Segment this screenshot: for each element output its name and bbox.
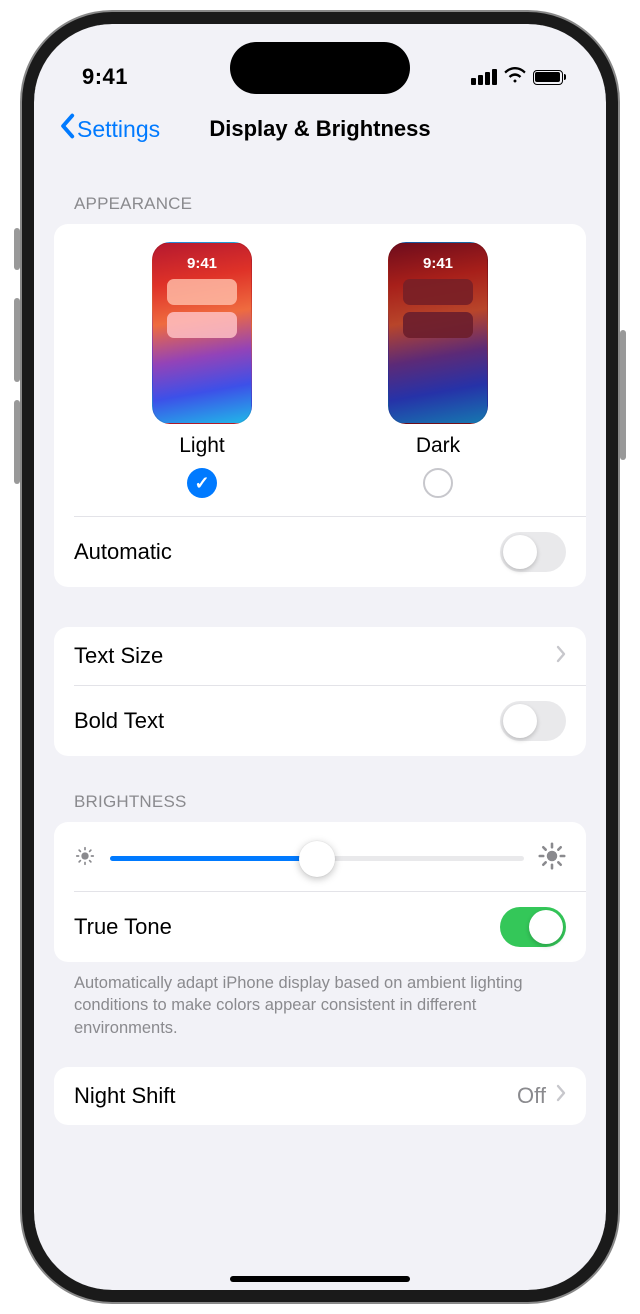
dark-label: Dark [416,434,460,458]
night-shift-label: Night Shift [74,1083,176,1109]
bold-text-row: Bold Text [54,686,586,756]
text-size-label: Text Size [74,643,163,669]
power-button [620,330,626,460]
settings-scroll[interactable]: APPEARANCE 9:41 Light 9:41 [34,158,606,1125]
iphone-frame: 9:41 Settings Display & Brightness [22,12,618,1302]
volume-down-button [14,400,20,484]
night-shift-value: Off [517,1083,546,1109]
chevron-right-icon [556,1084,566,1107]
slider-thumb[interactable] [299,841,335,877]
page-title: Display & Brightness [209,116,430,142]
night-shift-row[interactable]: Night Shift Off [54,1067,586,1125]
preview-time: 9:41 [153,255,251,272]
automatic-toggle[interactable] [500,532,566,572]
automatic-row: Automatic [54,517,586,587]
sun-max-icon [538,842,566,875]
slider-fill [110,856,317,861]
battery-icon [533,70,567,85]
true-tone-toggle[interactable] [500,907,566,947]
brightness-group: True Tone [54,822,586,962]
back-label: Settings [77,116,160,143]
dark-radio[interactable] [423,468,453,498]
light-label: Light [179,434,225,458]
night-shift-group: Night Shift Off [54,1067,586,1125]
silence-switch [14,228,20,270]
dark-preview: 9:41 [388,242,488,424]
wifi-icon [504,67,526,88]
appearance-option-light[interactable]: 9:41 Light [152,242,252,498]
chevron-right-icon [556,645,566,668]
home-indicator[interactable] [230,1276,410,1282]
volume-up-button [14,298,20,382]
chevron-left-icon [58,113,76,145]
light-preview: 9:41 [152,242,252,424]
status-time: 9:41 [82,64,128,90]
text-group: Text Size Bold Text [54,627,586,756]
automatic-label: Automatic [74,539,172,565]
appearance-option-dark[interactable]: 9:41 Dark [388,242,488,498]
brightness-header: BRIGHTNESS [54,756,586,822]
brightness-slider[interactable] [110,856,524,861]
text-size-row[interactable]: Text Size [54,627,586,685]
navigation-bar: Settings Display & Brightness [34,104,606,158]
bold-text-toggle[interactable] [500,701,566,741]
brightness-slider-row [54,822,586,891]
back-button[interactable]: Settings [58,113,160,145]
true-tone-description: Automatically adapt iPhone display based… [54,962,586,1039]
cellular-icon [471,69,497,85]
appearance-group: 9:41 Light 9:41 Dark [54,224,586,587]
sun-min-icon [74,845,96,872]
true-tone-label: True Tone [74,914,172,940]
screen: 9:41 Settings Display & Brightness [34,24,606,1290]
preview-time: 9:41 [389,255,487,272]
appearance-header: APPEARANCE [54,158,586,224]
light-radio[interactable] [187,468,217,498]
true-tone-row: True Tone [54,892,586,962]
bold-text-label: Bold Text [74,708,164,734]
dynamic-island [230,42,410,94]
